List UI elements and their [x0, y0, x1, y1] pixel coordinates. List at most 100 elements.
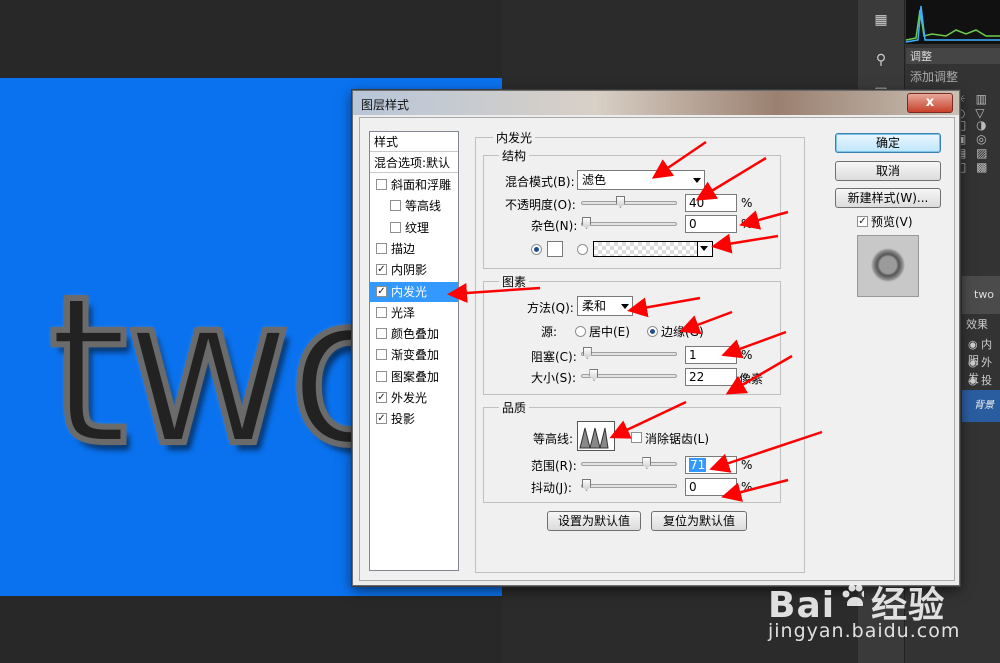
size-label: 大小(S): [531, 371, 577, 385]
preview-checkbox[interactable]: ✓ [857, 216, 868, 227]
source-edge-radio[interactable] [647, 326, 658, 337]
blend-mode-select[interactable]: 滤色 [577, 170, 705, 190]
cancel-button[interactable]: 取消 [835, 161, 941, 181]
style-item-checkbox[interactable] [390, 200, 401, 212]
range-unit: % [741, 458, 753, 472]
style-item-checkbox[interactable]: ✓ [376, 285, 387, 297]
range-slider[interactable] [581, 457, 677, 469]
style-item-checkbox[interactable] [376, 179, 387, 190]
style-item[interactable]: 图案叠加 [370, 367, 458, 387]
choke-slider[interactable] [581, 347, 677, 359]
method-select[interactable]: 柔和 [577, 296, 633, 316]
style-item-label: 渐变叠加 [391, 348, 440, 363]
source-center-radio[interactable] [575, 326, 586, 337]
range-input[interactable]: 71 [685, 456, 737, 474]
make-default-button[interactable]: 设置为默认值 [547, 511, 641, 531]
style-item-checkbox[interactable] [376, 370, 387, 382]
adjustments-tab[interactable]: 调整 [906, 48, 1000, 64]
opacity-input[interactable]: 40 [685, 194, 737, 212]
antialias-checkbox[interactable] [631, 432, 642, 443]
style-item[interactable]: 等高线 [370, 196, 458, 216]
noise-slider[interactable] [581, 217, 677, 229]
style-item-checkbox[interactable]: ✓ [376, 413, 387, 425]
quality-legend: 品质 [499, 399, 530, 416]
style-item-checkbox[interactable] [390, 221, 401, 233]
style-item-label: 图案叠加 [391, 369, 440, 384]
style-item-checkbox[interactable]: ✓ [376, 392, 387, 403]
styles-header[interactable]: 样式 [370, 132, 458, 152]
preview-thumbnail [871, 248, 905, 282]
style-item[interactable]: ✓ 内发光 [370, 281, 458, 302]
jitter-unit: % [741, 480, 753, 494]
close-button[interactable]: x [907, 93, 953, 113]
choke-label: 阻塞(C): [531, 350, 577, 364]
source-center-label[interactable]: 居中(E) [589, 323, 630, 340]
style-item-label: 投影 [391, 412, 416, 427]
contour-picker[interactable] [577, 421, 615, 451]
style-item[interactable]: 斜面和浮雕 [370, 175, 458, 195]
dialog-titlebar[interactable]: 图层样式 x [353, 91, 959, 115]
preview-label[interactable]: 预览(V) [871, 213, 913, 230]
adjustment-icons-row-1[interactable]: ☼ ▥ ◐ ▽ [955, 92, 1000, 120]
style-item-label: 描边 [391, 241, 416, 256]
size-slider[interactable] [581, 369, 677, 381]
jitter-slider[interactable] [581, 479, 677, 491]
style-item[interactable]: 光泽 [370, 303, 458, 323]
layer-background[interactable]: 背景 [962, 390, 1000, 422]
style-item-label: 内发光 [391, 284, 428, 299]
gradient-picker[interactable] [593, 241, 713, 257]
opacity-unit: % [741, 196, 753, 210]
noise-input[interactable]: 0 [685, 215, 737, 233]
histogram-panel [906, 0, 1000, 44]
info-panel-icon[interactable]: ▦ [868, 12, 894, 34]
style-item-checkbox[interactable] [376, 242, 387, 254]
reset-default-button[interactable]: 复位为默认值 [651, 511, 747, 531]
style-item[interactable]: 颜色叠加 [370, 324, 458, 344]
dialog-title: 图层样式 [361, 98, 410, 112]
style-item-checkbox[interactable] [376, 306, 387, 318]
range-value-selected: 71 [689, 458, 707, 472]
gradient-radio[interactable] [577, 244, 588, 255]
noise-label: 杂色(N): [531, 219, 578, 233]
add-adjustment-label: 添加调整 [910, 70, 959, 84]
source-label: 源: [541, 325, 558, 339]
style-item-label: 内阴影 [391, 263, 428, 278]
section-title: 内发光 [493, 129, 536, 146]
choke-unit: % [741, 348, 753, 362]
style-item[interactable]: 纹理 [370, 218, 458, 238]
source-edge-label[interactable]: 边缘(G) [661, 323, 704, 340]
style-item-checkbox[interactable] [376, 328, 387, 340]
layer-two[interactable]: two [962, 276, 1000, 314]
style-item[interactable]: ✓ 投影 [370, 409, 458, 429]
histogram-graph [906, 5, 1000, 43]
style-item[interactable]: 渐变叠加 [370, 345, 458, 365]
method-label: 方法(Q): [527, 301, 574, 315]
adjustment-icons-row-2[interactable]: ◧ ◑ ▣ ◎ [955, 118, 1000, 146]
style-preview [857, 235, 919, 297]
jitter-input[interactable]: 0 [685, 478, 737, 496]
ok-button[interactable]: 确定 [835, 133, 941, 153]
style-item-checkbox[interactable] [376, 349, 387, 361]
style-item[interactable]: 描边 [370, 239, 458, 259]
new-style-button[interactable]: 新建样式(W)... [835, 188, 941, 208]
blend-options-item[interactable]: 混合选项:默认 [370, 153, 458, 173]
opacity-slider[interactable] [581, 196, 677, 208]
style-item-checkbox[interactable]: ✓ [376, 264, 387, 276]
brush-panel-icon[interactable]: ⚲ [868, 52, 894, 74]
glow-color-swatch[interactable] [547, 241, 563, 257]
style-item-label: 颜色叠加 [391, 327, 440, 342]
style-item[interactable]: ✓ 外发光 [370, 388, 458, 408]
adjustment-icons-row-3[interactable]: ▤ ▨ ◫ ▩ [955, 146, 1000, 174]
size-input[interactable]: 22 [685, 368, 737, 386]
elements-legend: 图素 [499, 273, 530, 290]
antialias-label[interactable]: 消除锯齿(L) [645, 430, 709, 447]
chevron-down-icon [693, 178, 701, 183]
noise-unit: % [741, 217, 753, 231]
gradient-dropdown-icon[interactable] [697, 242, 712, 256]
color-radio[interactable] [531, 244, 542, 255]
choke-input[interactable]: 1 [685, 346, 737, 364]
style-item-label: 光泽 [391, 305, 416, 320]
structure-legend: 结构 [499, 147, 530, 164]
style-item[interactable]: ✓ 内阴影 [370, 260, 458, 280]
contour-label: 等高线: [533, 432, 574, 446]
